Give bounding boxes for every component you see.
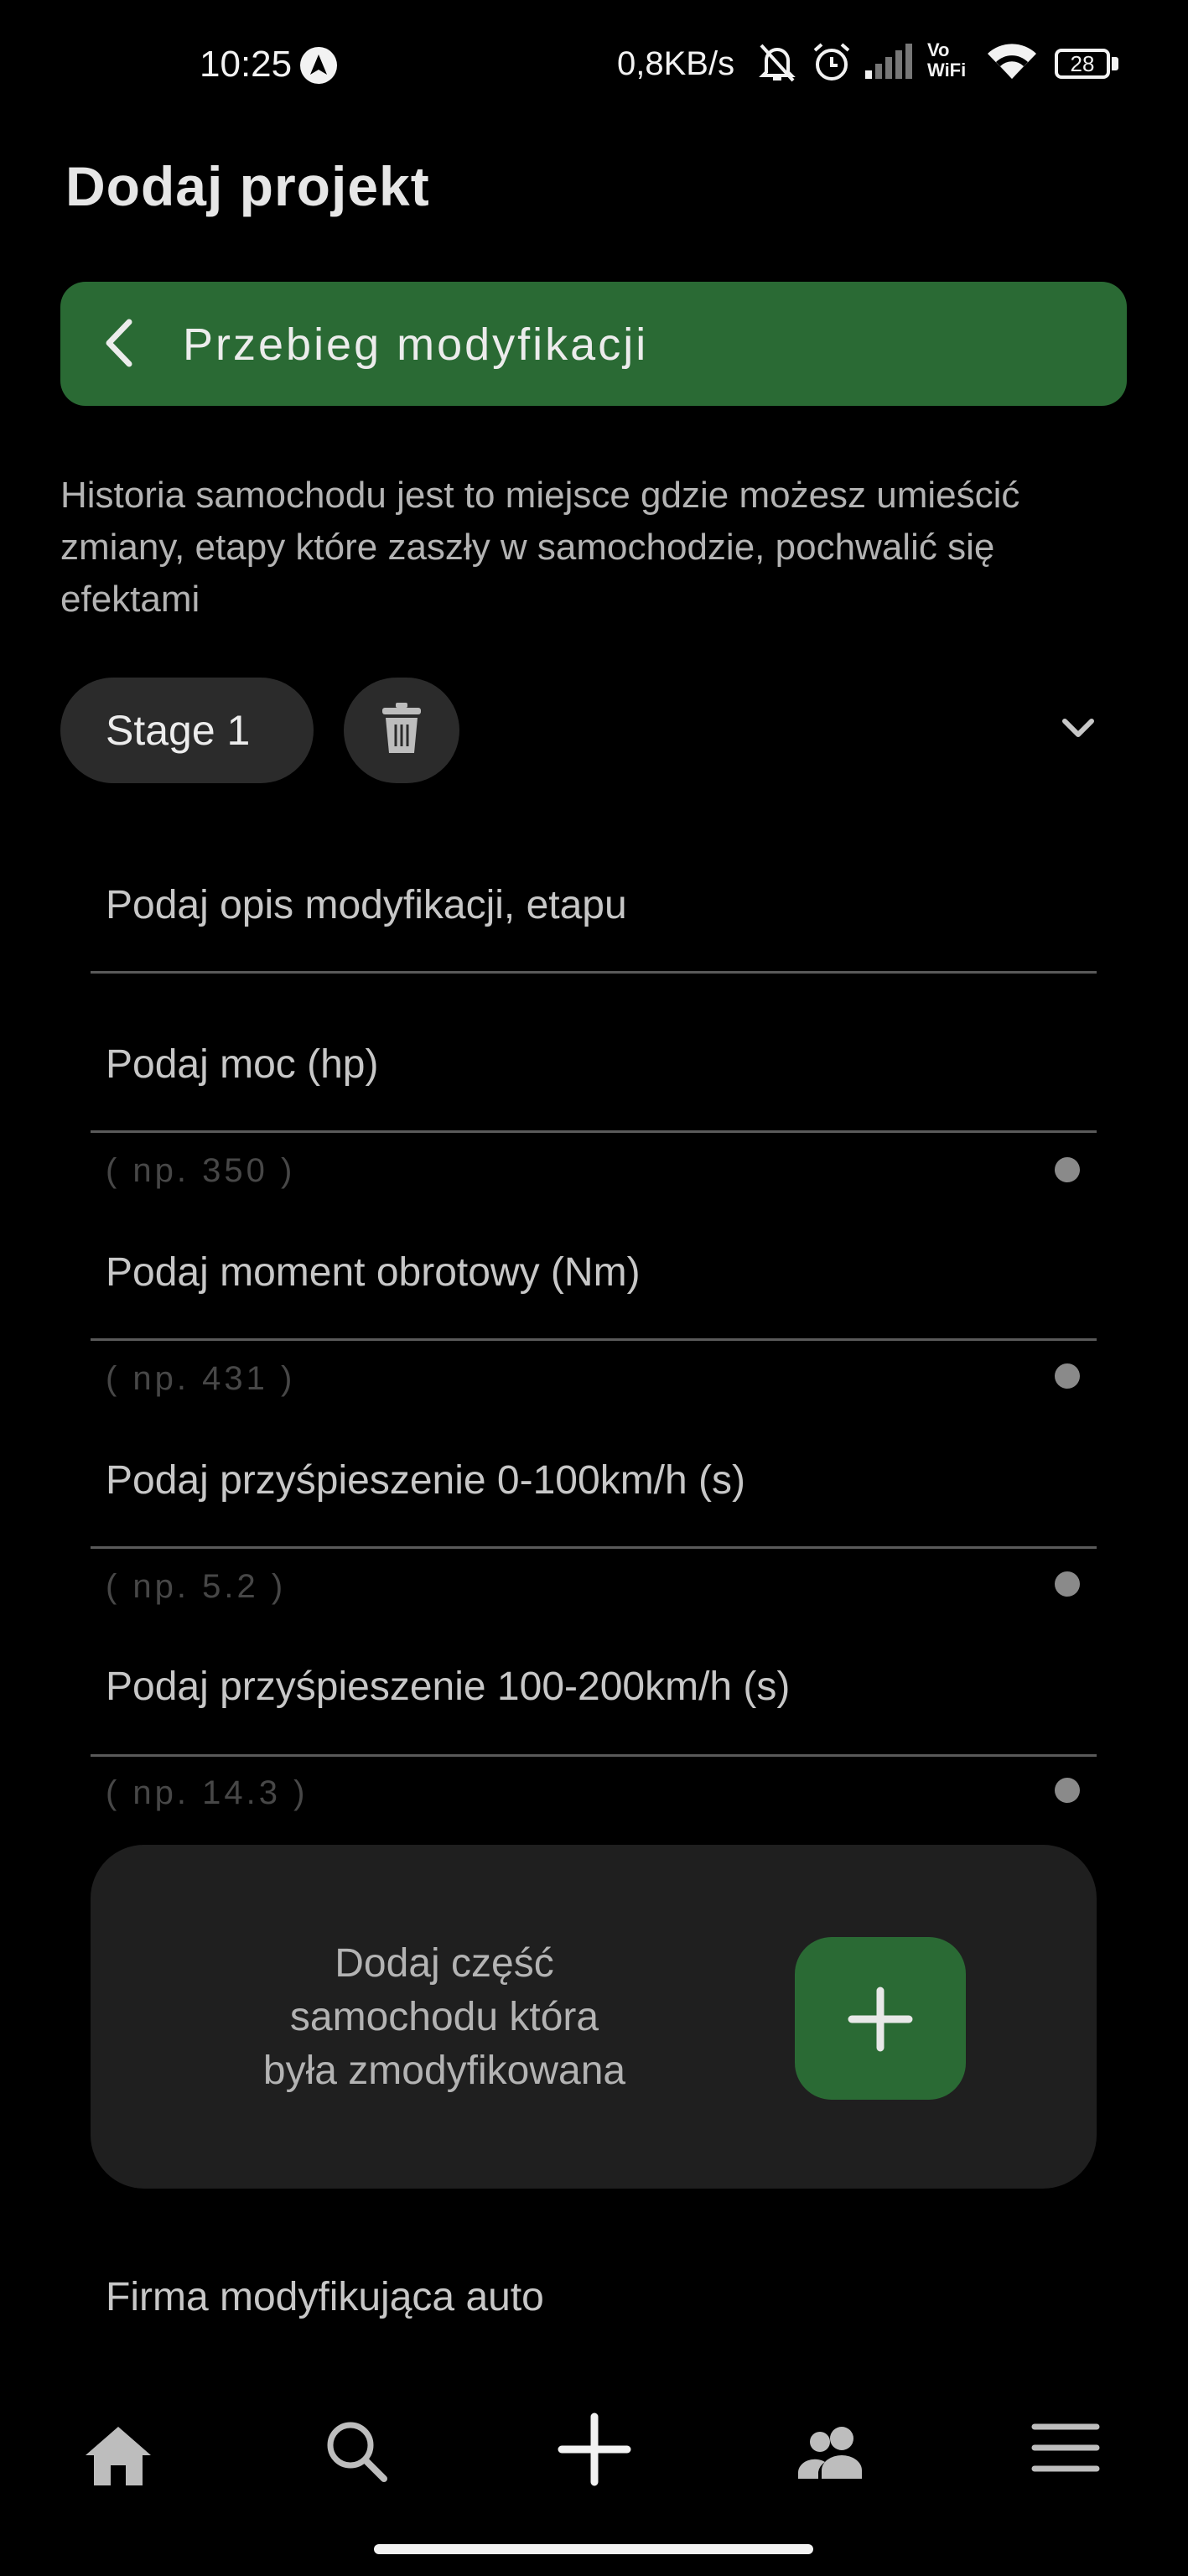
signal-icon — [864, 44, 916, 85]
field-indicator-dot — [1055, 1571, 1080, 1597]
search-icon[interactable] — [322, 2417, 391, 2490]
acceleration-0-100-input[interactable]: Podaj przyśpieszenie 0-100km/h (s) — [106, 1457, 745, 1504]
field-underline — [91, 971, 1097, 974]
vowifi-icon: Vo WiFi — [927, 39, 967, 80]
battery-tip — [1112, 57, 1118, 70]
torque-hint: ( np. 431 ) — [106, 1360, 296, 1397]
home-indicator[interactable] — [374, 2544, 813, 2554]
field-underline — [91, 1546, 1097, 1549]
home-icon[interactable] — [82, 2422, 154, 2493]
plus-icon — [845, 1984, 916, 2059]
power-hint: ( np. 350 ) — [106, 1152, 296, 1189]
torque-input[interactable]: Podaj moment obrotowy (Nm) — [106, 1249, 641, 1296]
add-part-text: Dodaj część samochodu która była zmodyfi… — [262, 1941, 626, 2093]
power-input[interactable]: Podaj moc (hp) — [106, 1041, 378, 1088]
add-icon[interactable] — [557, 2412, 632, 2491]
page-title: Dodaj projekt — [65, 155, 430, 217]
battery-icon: 28 — [1055, 49, 1110, 79]
trash-icon — [379, 701, 424, 761]
field-indicator-dot — [1055, 1157, 1080, 1182]
alarm-icon — [810, 40, 853, 88]
status-bar: 10:25 0,8KB/s Vo WiFi 28 — [0, 0, 1188, 126]
acceleration-100-200-hint: ( np. 14.3 ) — [106, 1774, 309, 1811]
field-underline — [91, 1754, 1097, 1757]
field-underline — [91, 1338, 1097, 1341]
people-icon[interactable] — [796, 2423, 867, 2486]
acceleration-100-200-input[interactable]: Podaj przyśpieszenie 100-200km/h (s) — [106, 1664, 790, 1710]
modifying-company-input[interactable]: Firma modyfikująca auto — [106, 2274, 544, 2320]
menu-icon[interactable] — [1031, 2422, 1100, 2478]
network-speed: 0,8KB/s — [617, 45, 735, 82]
chevron-left-icon[interactable] — [99, 315, 141, 375]
section-description: Historia samochodu jest to miejsce gdzie… — [60, 475, 1020, 620]
section-title: Przebieg modyfikacji — [183, 319, 649, 370]
wifi-icon — [986, 42, 1038, 86]
status-time: 10:25 — [200, 44, 293, 85]
field-indicator-dot — [1055, 1363, 1080, 1389]
mute-bell-icon — [756, 40, 798, 88]
field-underline — [91, 1130, 1097, 1133]
acceleration-0-100-hint: ( np. 5.2 ) — [106, 1568, 287, 1605]
navigation-icon — [300, 47, 337, 84]
modification-description-input[interactable]: Podaj opis modyfikacji, etapu — [106, 882, 627, 928]
chevron-down-icon[interactable] — [1058, 713, 1098, 750]
field-indicator-dot — [1055, 1778, 1080, 1803]
stage-label: Stage 1 — [106, 707, 251, 754]
